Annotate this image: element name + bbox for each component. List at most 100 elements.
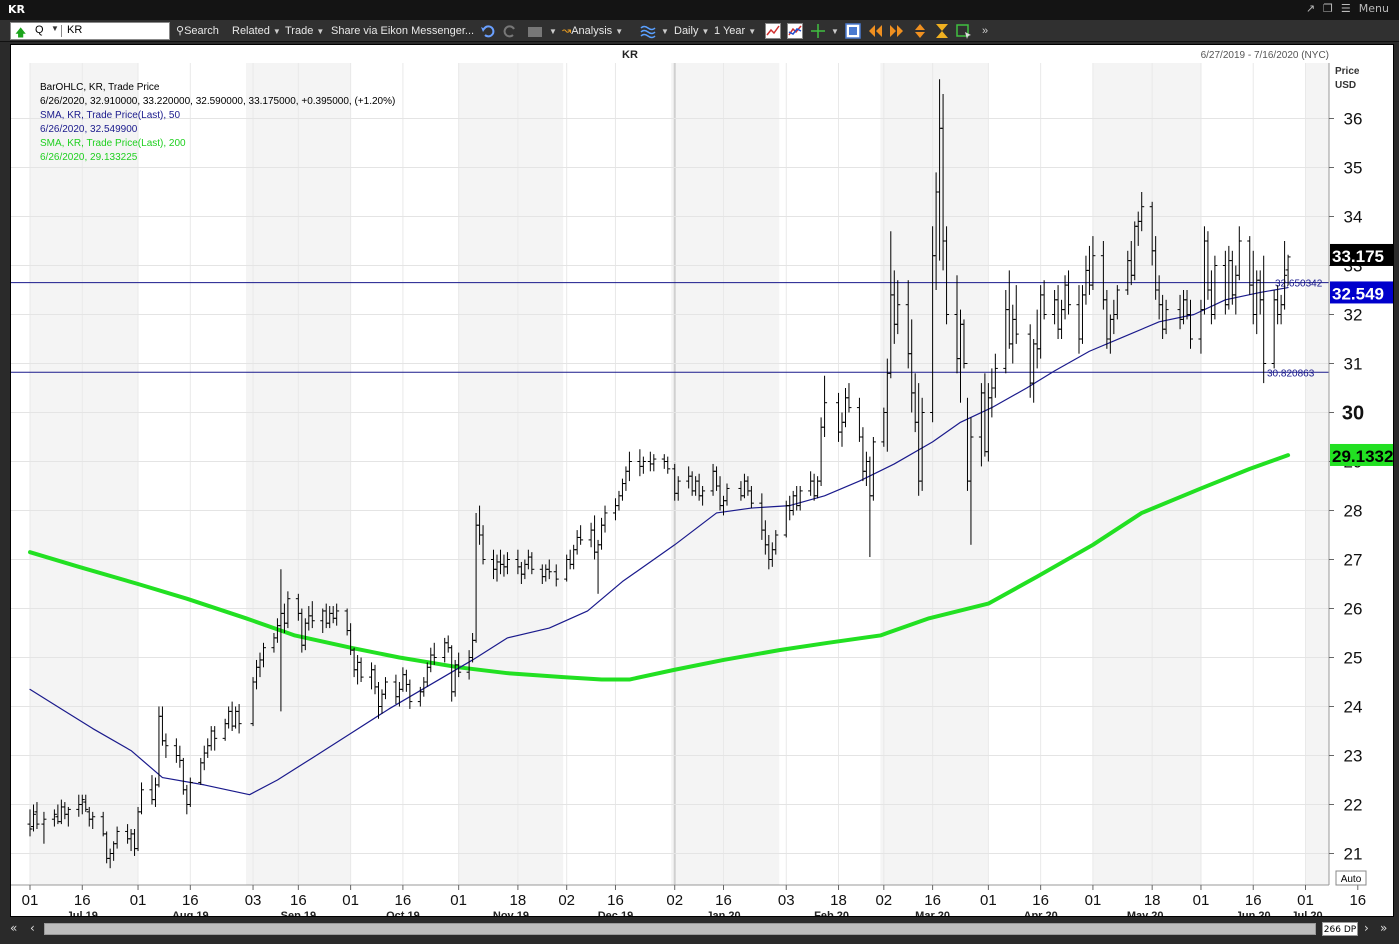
- select-region-icon[interactable]: [956, 23, 972, 39]
- ohlc-bar: [1031, 339, 1037, 403]
- redo-icon[interactable]: [502, 23, 518, 39]
- chevron-down-icon[interactable]: ▼: [658, 23, 669, 39]
- more-tools-icon[interactable]: »: [982, 23, 988, 39]
- line-chart-icon[interactable]: [765, 23, 781, 39]
- ohlc-bar: [156, 706, 162, 788]
- scroll-back-icon[interactable]: ‹: [30, 921, 35, 935]
- interval-menu[interactable]: Daily ▼: [674, 23, 709, 39]
- time-tick-label: 16: [924, 892, 941, 909]
- ohlc-bar: [1275, 285, 1281, 325]
- ohlc-bar: [233, 706, 239, 729]
- chevron-down-icon[interactable]: ▼: [51, 24, 59, 33]
- analysis-label: Analysis: [571, 25, 613, 37]
- crosshair-icon[interactable]: [810, 23, 826, 39]
- price-tick-label: 22: [1344, 796, 1363, 815]
- month-label: Apr 20: [1024, 910, 1058, 916]
- time-tick-label: 01: [342, 892, 359, 909]
- ohlc-bar: [846, 383, 852, 413]
- ohlc-bar: [1229, 250, 1235, 305]
- scroll-start-icon[interactable]: «: [10, 921, 17, 935]
- ohlc-bar: [208, 726, 214, 751]
- symbol-input[interactable]: 🡅 Q ▼ KR: [10, 22, 170, 40]
- ohlc-bar: [626, 451, 632, 482]
- ohlc-bar: [355, 655, 361, 685]
- ohlc-bar: [1041, 280, 1047, 320]
- range-menu[interactable]: 1 Year ▼: [714, 23, 756, 39]
- currency-label: USD: [1335, 80, 1356, 91]
- restore-icon[interactable]: ❐: [1323, 2, 1333, 15]
- month-label: Feb 20: [814, 910, 849, 916]
- studies-icon[interactable]: [640, 23, 656, 39]
- chevron-down-icon: ▼: [615, 27, 624, 36]
- symbol-divider: [61, 25, 62, 37]
- ohlc-bar: [382, 677, 388, 700]
- scroll-forward-icon[interactable]: ›: [1364, 921, 1369, 935]
- time-tick-label: 01: [1297, 892, 1314, 909]
- time-tick-label: 16: [607, 892, 624, 909]
- time-tick-label: 16: [290, 892, 307, 909]
- share-button[interactable]: Share via Eikon Messenger...: [331, 23, 474, 39]
- scrollbar-thumb[interactable]: [44, 923, 1316, 935]
- data-points-label[interactable]: 266 DP: [1322, 922, 1358, 936]
- folder-icon[interactable]: [527, 23, 543, 39]
- analysis-menu[interactable]: ↝Analysis ▼: [562, 23, 623, 39]
- price-axis-label: Price: [1335, 66, 1360, 77]
- zoom-fit-icon[interactable]: [934, 23, 950, 39]
- time-scrollbar[interactable]: « ‹ 266 DP › »: [0, 919, 1399, 939]
- ohlc-bar: [612, 498, 618, 521]
- ohlc-bar: [1076, 285, 1082, 354]
- scroll-right-icon[interactable]: [889, 23, 905, 39]
- undo-icon[interactable]: [480, 23, 496, 39]
- ohlc-bar: [665, 456, 671, 474]
- time-axis[interactable]: 01 16 01 16 03 16 01 16 01 18 02 16 02 16 03 18 02 16 01 16…: [11, 884, 1366, 916]
- menu-label[interactable]: Menu: [1359, 2, 1389, 15]
- ohlc-bar: [372, 664, 378, 695]
- ohlc-bar: [640, 456, 646, 474]
- menu-icon[interactable]: ☰: [1341, 2, 1351, 15]
- chart-window: KR ↗ ❐ ☰ Menu 🡅 Q ▼ KR ⚲Search Related ▼ …: [0, 0, 1399, 944]
- quote-type-label[interactable]: Q: [35, 24, 44, 36]
- related-label: Related: [232, 25, 270, 37]
- ohlc-bar: [794, 486, 800, 511]
- related-menu[interactable]: Related ▼: [232, 23, 281, 39]
- ohlc-bar: [592, 515, 598, 560]
- ohlc-bar: [407, 679, 413, 709]
- chart-title: KR: [622, 49, 638, 61]
- sma200-badge: 29.1332: [1332, 447, 1393, 466]
- time-tick-label: 16: [1349, 892, 1366, 909]
- auto-scale-label[interactable]: Auto: [1341, 874, 1362, 885]
- price-tick-label: 26: [1344, 600, 1363, 619]
- ohlc-bar: [571, 544, 577, 570]
- trade-menu[interactable]: Trade ▼: [285, 23, 324, 39]
- screenshot-icon[interactable]: [845, 23, 861, 39]
- window-title: KR: [8, 3, 25, 16]
- time-tick-label: 18: [830, 892, 847, 909]
- month-bands: [30, 63, 1329, 885]
- chevron-down-icon[interactable]: ▼: [546, 23, 557, 39]
- search-button[interactable]: ⚲Search: [176, 23, 219, 39]
- scroll-left-icon[interactable]: [867, 23, 883, 39]
- time-tick-label: 03: [778, 892, 795, 909]
- ohlc-bar: [787, 495, 793, 521]
- legend-sma50-value: 6/26/2020, 32.549900: [40, 124, 138, 135]
- zoom-vertical-icon[interactable]: [912, 23, 928, 39]
- price-axis[interactable]: Price USD 212223242526272829303132333435…: [1328, 63, 1393, 885]
- price-chart[interactable]: KR 6/27/2019 - 7/16/2020 (NYC) 32.650342…: [11, 45, 1393, 916]
- ohlc-bar: [177, 745, 183, 768]
- analysis-icon: ↝: [562, 25, 572, 37]
- time-tick-label: 01: [130, 892, 147, 909]
- chevron-down-icon: ▼: [701, 27, 710, 36]
- chevron-down-icon[interactable]: ▼: [828, 23, 839, 39]
- ohlc-bar: [1083, 255, 1089, 305]
- ohlc-bar: [1055, 285, 1061, 339]
- month-labels: Jul 19 Aug 19 Sep 19 Oct 19 Nov 19 Dec 19 Jan …: [67, 910, 1323, 916]
- symbol-value[interactable]: KR: [67, 24, 82, 36]
- legend-sma200-value: 6/26/2020, 29.133225: [40, 152, 138, 163]
- pop-out-icon[interactable]: ↗: [1306, 2, 1315, 15]
- compare-chart-icon[interactable]: [787, 23, 803, 39]
- search-icon: ⚲: [176, 25, 185, 37]
- price-tick-label: 23: [1344, 747, 1363, 766]
- price-tick-label: 31: [1344, 355, 1363, 374]
- scroll-end-icon[interactable]: »: [1380, 921, 1387, 935]
- ohlc-bar: [442, 637, 448, 663]
